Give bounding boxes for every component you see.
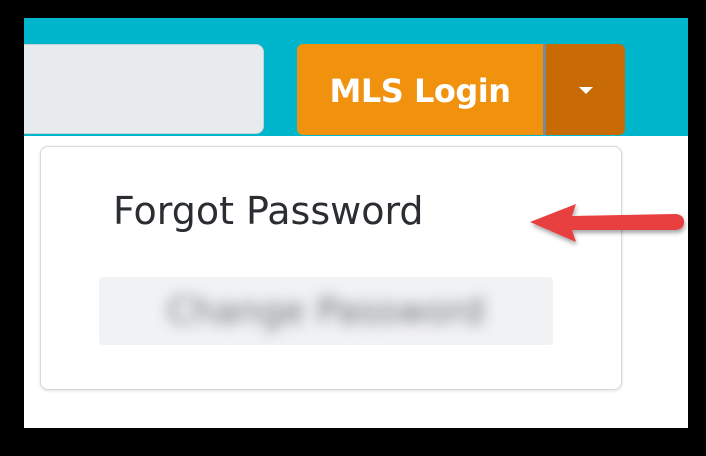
login-dropdown-menu: Forgot Password Change Password	[40, 146, 622, 390]
screenshot-frame: MLS Login Forgot Password Change Passwor…	[0, 0, 706, 456]
search-input[interactable]	[24, 44, 264, 134]
menu-item-forgot-password[interactable]: Forgot Password	[113, 189, 424, 233]
header-bar: MLS Login	[24, 18, 688, 136]
dropdown-toggle-button[interactable]	[543, 44, 625, 135]
menu-item-change-password[interactable]: Change Password	[99, 277, 553, 345]
mls-login-button[interactable]: MLS Login	[297, 44, 543, 135]
menu-item-change-password-label: Change Password	[167, 290, 485, 332]
page-viewport: MLS Login Forgot Password Change Passwor…	[24, 18, 688, 428]
caret-down-icon	[578, 87, 593, 94]
red-arrow-icon	[530, 204, 684, 242]
login-button-group: MLS Login	[297, 44, 625, 135]
